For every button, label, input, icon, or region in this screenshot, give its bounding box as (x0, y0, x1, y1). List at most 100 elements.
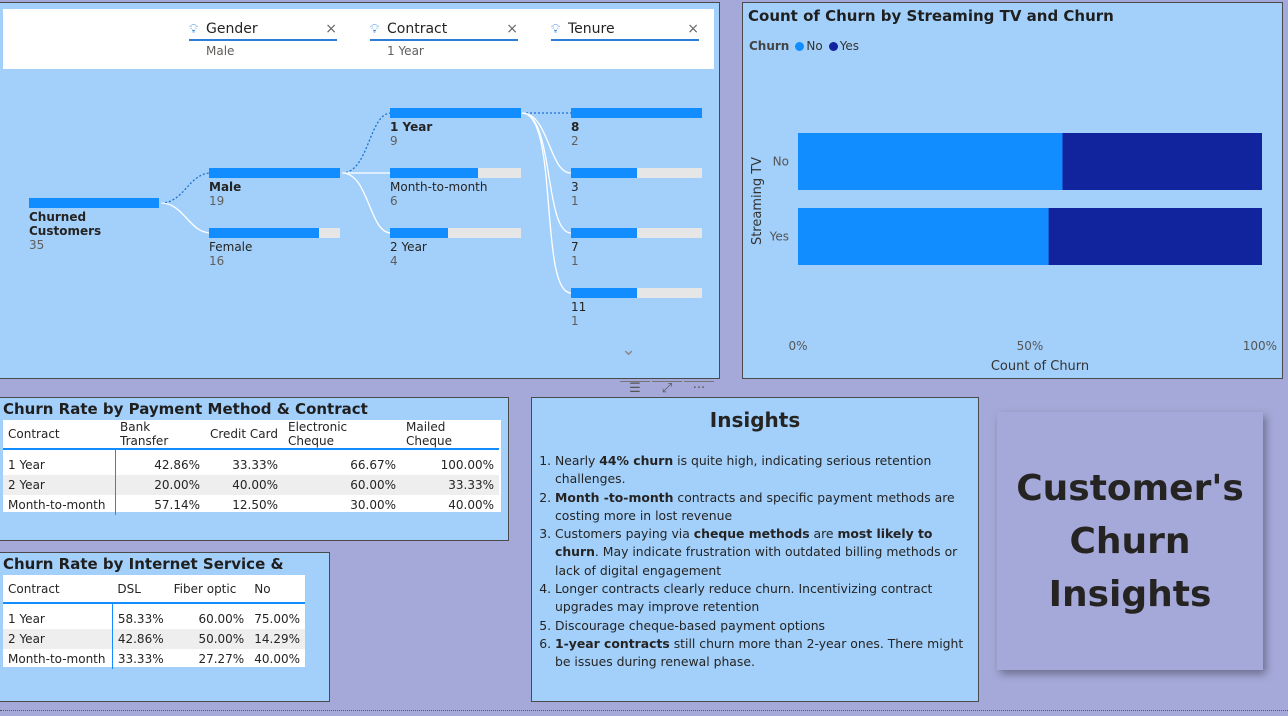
category-label: No (773, 155, 789, 169)
tree-node-1-year[interactable]: 1 Year 9 (390, 108, 521, 148)
node-bar-fill (571, 228, 637, 238)
x-axis-title: Count of Churn (991, 359, 1089, 374)
column-header[interactable]: Mailed Cheque (401, 420, 499, 450)
table-cell: 60.00% (283, 475, 401, 495)
insight-item: Nearly 44% churn is quite high, indicati… (555, 452, 972, 489)
chevron-down-icon[interactable]: ⌄ (621, 339, 636, 360)
table-cell: 66.67% (350, 458, 396, 472)
node-bar-fill (209, 168, 340, 178)
dashboard-title: Customer's Churn Insights (1016, 467, 1244, 615)
table-row[interactable]: 1 Year 42.86% 33.33% 66.67% 100.00% (3, 455, 499, 475)
tree-node-male[interactable]: Male 19 (209, 168, 340, 208)
insights-panel: Insights Nearly 44% churn is quite high,… (531, 397, 979, 702)
node-value: 6 (390, 194, 398, 208)
node-label: 7 (571, 240, 579, 254)
column-header[interactable]: No (249, 575, 305, 604)
table-cell: 12.50% (232, 498, 278, 512)
node-bar (571, 108, 702, 118)
tree-node-tenure-8[interactable]: 8 2 (571, 108, 702, 148)
column-header[interactable]: Electronic Cheque (283, 420, 401, 450)
column-header[interactable]: Contract (3, 420, 115, 450)
tree-node-root[interactable]: Churned Customers 35 (29, 198, 159, 252)
node-bar (571, 168, 702, 178)
tree-node-tenure-7[interactable]: 7 1 (571, 228, 702, 268)
tree-node-female[interactable]: Female 16 (209, 228, 340, 268)
x-tick-label: 0% (788, 339, 807, 353)
payment-table: Contract Bank Transfer Credit Card Elect… (3, 420, 499, 515)
x-tick-label: 100% (1243, 339, 1277, 353)
insight-text: are (809, 526, 838, 542)
table-cell: 50.00% (168, 629, 250, 649)
streaming-tv-churn-chart[interactable]: Count of Churn by Streaming TV and Churn… (742, 2, 1283, 379)
column-header[interactable]: Fiber optic (168, 575, 250, 604)
table-row[interactable]: 1 Year 58.33% 60.00% 75.00% (3, 609, 305, 629)
table-cell: 27.27% (198, 652, 245, 666)
column-header[interactable]: DSL (112, 575, 169, 604)
insight-item: Longer contracts clearly reduce churn. I… (555, 580, 972, 617)
node-bar-fill (390, 108, 521, 118)
insight-item: Discourage cheque-based payment options (555, 617, 972, 635)
node-bar (209, 168, 340, 178)
table-cell: 40.00% (205, 475, 283, 495)
node-bar-fill (571, 168, 637, 178)
table-cell: 42.86% (154, 458, 200, 472)
bar-segment-yes-yes[interactable] (1048, 208, 1262, 265)
node-bar-fill (571, 288, 637, 298)
node-bar (571, 228, 702, 238)
decomposition-tree-visual[interactable]: 💡︎ Gender × Male 💡︎ Contract × 1 Year 💡︎ Tenu… (0, 2, 720, 379)
tree-node-2-year[interactable]: 2 Year 4 (390, 228, 521, 268)
table-row[interactable]: Month-to-month 57.14% 12.50% 30.00% 40.0… (3, 495, 499, 515)
node-value: 9 (390, 134, 398, 148)
bar-segment-no-no[interactable] (798, 133, 1063, 190)
insight-item: 1-year contracts still churn more than 2… (555, 635, 972, 672)
node-value: 19 (209, 194, 225, 208)
insights-list: Nearly 44% churn is quite high, indicati… (532, 452, 978, 672)
payment-table-title: Churn Rate by Payment Method & Contract (3, 400, 368, 418)
table-cell: 58.33% (117, 612, 164, 626)
tree-node-tenure-11[interactable]: 11 1 (571, 288, 702, 328)
node-bar-fill (29, 198, 159, 208)
column-header[interactable]: Credit Card (205, 420, 283, 450)
insight-text: Nearly (555, 453, 600, 468)
bar-segment-yes-no[interactable] (1062, 133, 1262, 190)
table-row[interactable]: 2 Year 42.86% 50.00% 14.29% (3, 629, 305, 649)
table-row[interactable]: Month-to-month 33.33% 27.27% 40.00% (3, 649, 305, 669)
tree-node-month-to-month[interactable]: Month-to-month 6 (390, 168, 521, 208)
node-bar (390, 168, 521, 178)
node-value: 35 (29, 238, 45, 252)
table-cell: 2 Year (3, 629, 113, 649)
column-header[interactable]: Bank Transfer (115, 420, 205, 450)
tree-node-tenure-3[interactable]: 3 1 (571, 168, 702, 208)
node-label: 2 Year (390, 240, 427, 254)
insight-emphasis: 44% churn (599, 453, 674, 468)
internet-table: Contract DSL Fiber optic No 1 Year 58.33… (3, 575, 305, 669)
column-header[interactable]: Contract (3, 575, 113, 604)
insight-text: Customers paying via (555, 526, 694, 542)
internet-service-panel: Churn Rate by Internet Service & Contrac… (0, 552, 330, 702)
insight-text: . May indicate frustration with outdated… (555, 544, 958, 578)
table-cell: 14.29% (249, 629, 305, 649)
internet-table-container: Contract DSL Fiber optic No 1 Year 58.33… (3, 575, 305, 669)
node-label: 11 (571, 300, 587, 314)
x-tick-label: 50% (1017, 339, 1044, 353)
node-label: Male (209, 180, 242, 194)
node-bar (209, 228, 340, 238)
payment-table-container: Contract Bank Transfer Credit Card Elect… (3, 420, 501, 515)
table-cell: 33.33% (232, 458, 278, 472)
table-cell: 100.00% (440, 458, 494, 472)
table-cell: 20.00% (115, 475, 205, 495)
table-cell: 40.00% (448, 498, 494, 512)
bar-segment-no-yes[interactable] (798, 208, 1049, 265)
node-bar-fill (390, 168, 478, 178)
table-header-row: Contract Bank Transfer Credit Card Elect… (3, 420, 499, 450)
insights-title: Insights (709, 408, 801, 432)
insight-text: Longer contracts clearly reduce churn. I… (555, 581, 933, 615)
node-value: 1 (571, 194, 579, 208)
insight-text: Discourage cheque-based payment options (555, 617, 826, 633)
node-label: Churned Customers (29, 210, 102, 238)
node-value: 16 (209, 254, 225, 268)
table-cell: 1 Year (3, 609, 113, 629)
table-row[interactable]: 2 Year 20.00% 40.00% 60.00% 33.33% (3, 475, 499, 495)
insight-item: Customers paying via cheque methods are … (555, 525, 972, 580)
table-cell: 30.00% (350, 498, 396, 512)
